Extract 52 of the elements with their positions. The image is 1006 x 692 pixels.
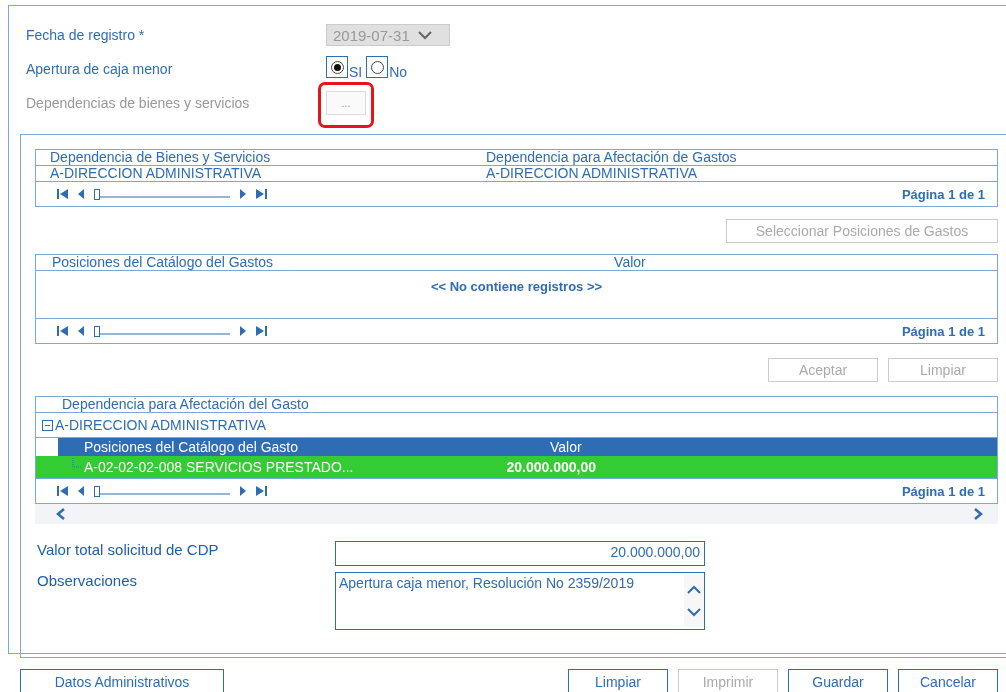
horizontal-scrollbar[interactable] [35,504,998,524]
table-cell-text: A-DIRECCION ADMINISTRATIVA [50,166,263,181]
footer-button[interactable]: Guardar [788,669,888,692]
observations-field[interactable]: Apertura caja menor, Resolución No 2359/2019 [335,572,705,630]
empty-message: << No contiene registros >> [430,279,603,296]
last-page-icon[interactable] [254,325,268,337]
column-header: Dependencia de Bienes y Servicios [50,150,272,165]
column-header: Posiciones del Catálogo del Gasto [84,438,300,456]
page-indicator: Página 1 de 1 [901,323,985,339]
table-cell-text: A-DIRECCIÓN ADMINISTRATIVA [486,166,699,181]
scroll-down-icon[interactable] [686,607,702,617]
tree-connector-icon [72,458,82,468]
field-label: Apertura de caja menor [26,61,174,77]
slider-thumb[interactable] [94,326,100,337]
column-header: Dependencia para Afectación del Gasto [62,397,310,412]
scroll-up-icon[interactable] [686,585,702,595]
radio-label: No [389,64,408,80]
page-indicator: Página 1 de 1 [901,186,985,202]
admin-data-button[interactable]: Datos Administrativos [20,669,224,692]
radio-label: SI [349,64,363,80]
collapse-icon[interactable] [42,419,53,431]
footer-button[interactable]: Cancelar [898,669,998,692]
slider-thumb[interactable] [94,486,100,497]
first-page-icon[interactable] [56,188,70,200]
next-page-icon[interactable] [238,188,248,200]
field-label: Valor total solicitud de CDP [37,541,220,558]
table-cell-text: 20.000.000,00 [505,459,596,475]
next-page-icon[interactable] [238,485,248,497]
scroll-right-icon[interactable] [972,507,984,521]
last-page-icon[interactable] [254,485,268,497]
column-header: Valor [550,438,582,456]
footer-button[interactable]: Limpiar [568,669,668,692]
first-page-icon[interactable] [56,325,70,337]
tree-node[interactable]: A-DIRECCION ADMINISTRATIVA [55,417,267,433]
table-cell-text: A-02-02-02-008 SERVICIOS PRESTADO... [84,459,355,475]
first-page-icon[interactable] [56,485,70,497]
column-header: Dependencia para Afectación de Gastos [486,150,738,165]
column-header: Posiciones del Catálogo del Gastos [52,255,275,270]
previous-page-icon[interactable] [76,188,86,200]
field-label: Observaciones [37,572,139,589]
last-page-icon[interactable] [254,188,268,200]
next-page-icon[interactable] [238,325,248,337]
total-field[interactable]: 20.000.000,00 [335,541,705,566]
page-indicator: Página 1 de 1 [901,483,985,499]
chevron-down-icon [417,30,432,40]
column-header: Valor [614,255,647,270]
field-label: Dependencias de bienes y servicios [26,95,251,111]
slider-thumb[interactable] [94,189,100,200]
previous-page-icon[interactable] [76,325,86,337]
scroll-left-icon[interactable] [55,507,67,521]
field-label: Fecha de registro * [26,27,146,43]
previous-page-icon[interactable] [76,485,86,497]
